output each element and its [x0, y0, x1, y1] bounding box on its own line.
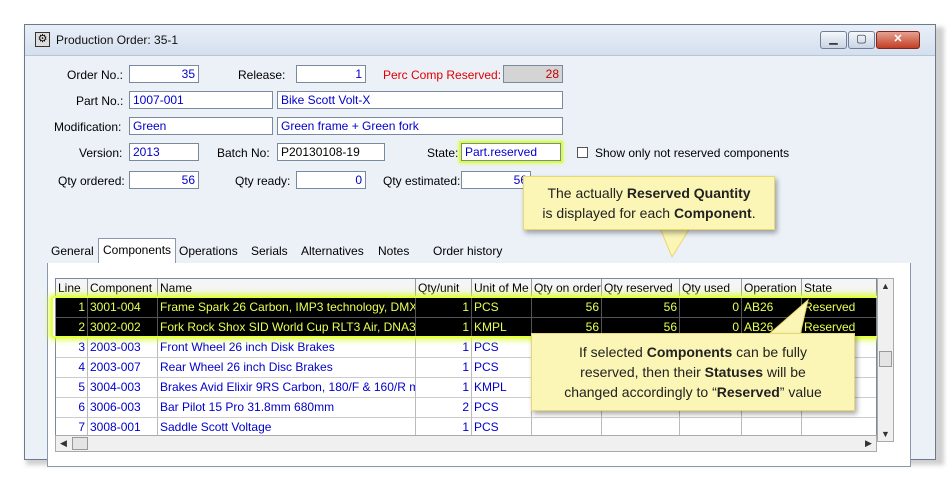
callout-statuses: If selected Components can be fully rese… — [531, 333, 855, 411]
callout-top-bold-1: Reserved Quantity — [626, 185, 751, 201]
callout-reserved-quantity: The actually Reserved Quantity is displa… — [523, 176, 775, 230]
callout-bottom-bold-2: Statuses — [704, 364, 764, 380]
callout-bottom-text-2: can be fully — [732, 344, 807, 360]
callout-bottom-text-5: changed accordingly to “ — [564, 384, 717, 400]
callout-bottom-text-4: will be — [763, 364, 806, 380]
callout-bottom-text-6: ” value — [779, 384, 822, 400]
callout-top-text-2: is displayed for each — [542, 205, 674, 221]
callout-bottom-bold-3: Reserved — [716, 384, 780, 400]
callout-top-bold-2: Component — [673, 205, 752, 221]
callout-top-text-3: . — [751, 205, 756, 221]
callout-bottom-text-1: If selected — [579, 344, 647, 360]
callout-bottom-text-3: reserved, then their — [580, 364, 705, 380]
callout-bottom-bold-1: Components — [646, 344, 733, 360]
callout-top-text-1: The actually — [547, 185, 627, 201]
